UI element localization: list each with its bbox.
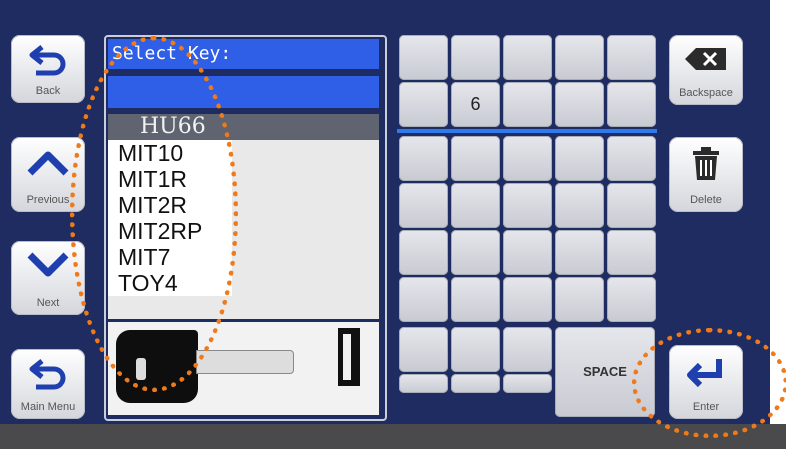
key-button[interactable] <box>607 183 656 228</box>
keypad-divider <box>397 129 657 133</box>
key-button[interactable] <box>503 230 552 275</box>
list-item[interactable]: MIT10 <box>108 140 232 166</box>
list-item[interactable]: MIT2RP <box>108 218 232 244</box>
key-button[interactable] <box>399 136 448 181</box>
enter-arrow-icon <box>687 359 722 388</box>
list-item[interactable]: MIT1R <box>108 166 232 192</box>
keypad: 6 SPACE <box>397 33 657 417</box>
key-button[interactable] <box>399 183 448 228</box>
key-button[interactable] <box>607 136 656 181</box>
key-button[interactable] <box>607 35 656 80</box>
key-button[interactable] <box>555 277 604 322</box>
list-item[interactable]: TOY4 <box>108 270 232 296</box>
key-button[interactable] <box>555 136 604 181</box>
chevron-down-icon <box>27 252 69 277</box>
chevron-up-icon <box>27 151 69 176</box>
key-button[interactable] <box>503 277 552 322</box>
trash-icon <box>693 147 719 180</box>
list-item[interactable]: MIT2R <box>108 192 232 218</box>
key-button[interactable] <box>451 277 500 322</box>
key-list: HU66 MIT10 MIT1R MIT2R MIT2RP MIT7 TOY4 <box>108 114 379 319</box>
previous-label: Previous <box>26 194 70 206</box>
key-button[interactable] <box>607 230 656 275</box>
key-button[interactable] <box>555 82 604 127</box>
screen: Back Previous Next Main Menu Select Key:… <box>0 0 770 424</box>
next-button[interactable]: Next <box>11 241 85 315</box>
return-arrow-icon <box>29 359 66 390</box>
main-menu-label: Main Menu <box>20 401 76 413</box>
key-button[interactable] <box>555 230 604 275</box>
key-button[interactable] <box>607 82 656 127</box>
key-hole <box>136 358 146 380</box>
key-button[interactable] <box>399 277 448 322</box>
key-button[interactable] <box>503 183 552 228</box>
key-blade-shape <box>196 350 294 374</box>
key-button[interactable] <box>399 374 448 393</box>
key-button[interactable] <box>451 183 500 228</box>
key-button[interactable] <box>451 374 500 393</box>
back-label: Back <box>35 85 61 97</box>
bottom-bar <box>0 424 786 449</box>
select-key-panel: Select Key: HU66 MIT10 MIT1R MIT2R MIT2R… <box>104 35 387 421</box>
key-button[interactable] <box>451 327 500 372</box>
key-button[interactable] <box>399 327 448 372</box>
key-button[interactable] <box>503 136 552 181</box>
key-button[interactable] <box>399 35 448 80</box>
key-button[interactable] <box>451 35 500 80</box>
key-search-input[interactable] <box>108 76 379 108</box>
back-button[interactable]: Back <box>11 35 85 103</box>
key-button[interactable] <box>399 230 448 275</box>
key-profile-groove <box>343 334 351 380</box>
backspace-label: Backspace <box>679 87 733 99</box>
list-item-selected[interactable]: HU66 <box>108 114 379 140</box>
key-button[interactable] <box>503 327 552 372</box>
main-menu-button[interactable]: Main Menu <box>11 349 85 419</box>
key-button[interactable] <box>451 230 500 275</box>
key-button[interactable] <box>503 35 552 80</box>
back-arrow-icon <box>29 45 66 76</box>
key-button[interactable] <box>503 82 552 127</box>
list-item[interactable]: MIT7 <box>108 244 232 270</box>
key-profile-shape <box>338 328 360 386</box>
delete-button[interactable]: Delete <box>669 137 743 212</box>
delete-label: Delete <box>690 194 722 206</box>
previous-button[interactable]: Previous <box>11 137 85 212</box>
key-button[interactable] <box>399 82 448 127</box>
key-button[interactable] <box>607 277 656 322</box>
enter-button[interactable]: Enter <box>669 345 743 419</box>
backspace-button[interactable]: Backspace <box>669 35 743 105</box>
key-head-shape <box>116 330 198 403</box>
space-button[interactable]: SPACE <box>555 327 655 417</box>
next-label: Next <box>36 297 60 309</box>
key-button[interactable] <box>555 35 604 80</box>
key-preview-image <box>108 322 379 415</box>
key-button[interactable] <box>451 136 500 181</box>
panel-title: Select Key: <box>108 39 379 69</box>
key-button[interactable] <box>555 183 604 228</box>
enter-label: Enter <box>692 401 720 413</box>
backspace-icon <box>685 48 726 70</box>
key-button-6[interactable]: 6 <box>451 82 500 127</box>
key-button[interactable] <box>503 374 552 393</box>
